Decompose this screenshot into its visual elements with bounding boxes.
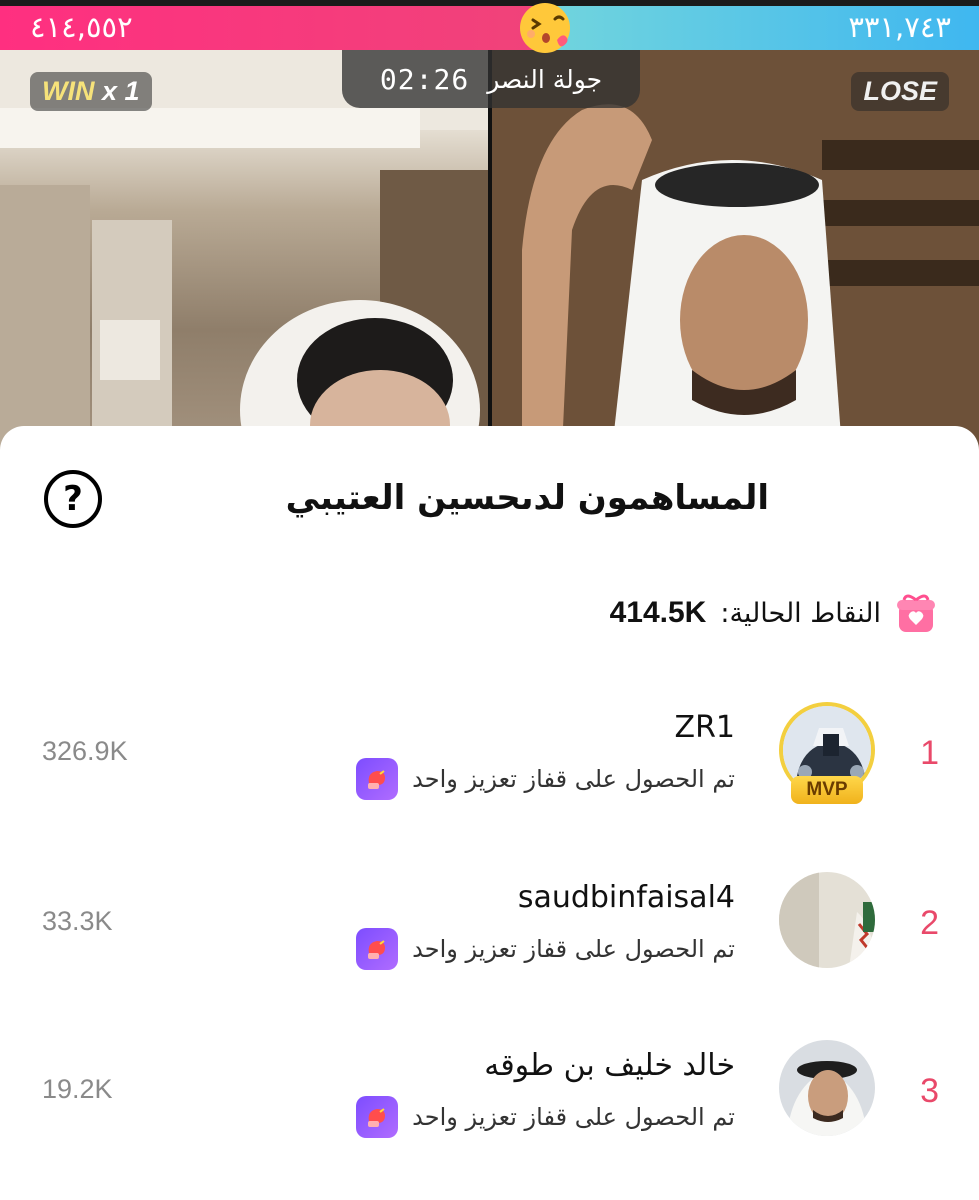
round-timer-pill: جولة النصر 02:26 bbox=[342, 50, 640, 108]
avatar[interactable] bbox=[779, 1040, 875, 1136]
question-mark-icon[interactable]: ? bbox=[44, 470, 102, 528]
lose-badge: LOSE bbox=[851, 72, 949, 111]
boxing-glove-glyph bbox=[368, 940, 386, 959]
boost-text: تم الحصول على قفاز تعزيز واحد bbox=[412, 765, 735, 793]
boost-status: تم الحصول على قفاز تعزيز واحد bbox=[356, 758, 735, 800]
boxing-glove-glyph bbox=[368, 770, 386, 789]
round-timer: 02:26 bbox=[379, 62, 470, 96]
rank-number: 1 bbox=[920, 734, 939, 772]
gift-box-icon bbox=[897, 594, 935, 632]
boxing-glove-icon bbox=[356, 1096, 399, 1138]
win-label: WIN bbox=[42, 76, 95, 106]
current-points-row: النقاط الحالية: 414.5K bbox=[610, 592, 937, 634]
battle-score-bar: ٤١٤,٥٥٢ ٣٣١,٧٤٣ bbox=[0, 0, 979, 50]
win-multiplier: x 1 bbox=[102, 76, 140, 106]
avatar[interactable] bbox=[779, 872, 875, 968]
contributor-score: 326.9K bbox=[42, 736, 128, 766]
win-badge: WIN x 1 bbox=[30, 72, 152, 111]
points-value: 414.5K bbox=[609, 596, 707, 629]
boxing-glove-icon bbox=[356, 928, 399, 970]
mvp-badge: MVP bbox=[791, 776, 863, 804]
contributor-score: 33.3K bbox=[42, 906, 113, 936]
left-score: ٤١٤,٥٥٢ bbox=[30, 10, 133, 44]
battle-video-area: WIN x 1 جولة النصر 02:26 LOSE bbox=[0, 50, 979, 450]
avatar-image bbox=[779, 1040, 875, 1136]
right-score: ٣٣١,٧٤٣ bbox=[848, 10, 951, 44]
sheet-title: المساهمون لدىحسين العتيبي bbox=[285, 478, 769, 518]
left-score-segment: ٤١٤,٥٥٢ bbox=[0, 0, 540, 50]
contributor-row[interactable]: 1 MVP ZR1 تم الحصول على قفاز تعزيز واحد bbox=[0, 702, 979, 832]
right-score-segment: ٣٣١,٧٤٣ bbox=[540, 0, 979, 50]
boost-text: تم الحصول على قفاز تعزيز واحد bbox=[412, 935, 735, 963]
contributor-score: 19.2K bbox=[42, 1074, 113, 1104]
boost-status: تم الحصول على قفاز تعزيز واحد bbox=[356, 1096, 735, 1138]
top-strip bbox=[0, 0, 979, 6]
points-label: النقاط الحالية: bbox=[720, 597, 881, 629]
rank-number: 3 bbox=[920, 1072, 939, 1110]
boost-text: تم الحصول على قفاز تعزيز واحد bbox=[412, 1103, 735, 1131]
contributor-row[interactable]: 3 خالد خليف بن طوقه تم الحصول على قفاز ت… bbox=[0, 1040, 979, 1170]
contributor-name[interactable]: saudbinfaisal4 bbox=[518, 880, 735, 915]
contributor-name[interactable]: ZR1 bbox=[675, 710, 735, 745]
avatar[interactable]: MVP bbox=[777, 700, 877, 806]
kissing-face-icon bbox=[520, 3, 570, 53]
boxing-glove-glyph bbox=[368, 1108, 386, 1127]
boxing-glove-icon bbox=[356, 758, 399, 800]
boost-status: تم الحصول على قفاز تعزيز واحد bbox=[356, 928, 735, 970]
round-label: جولة النصر bbox=[487, 64, 603, 94]
contributor-row[interactable]: 2 saudbinfaisal4 تم الحصول على قفاز تعزي… bbox=[0, 872, 979, 1002]
contributor-name[interactable]: خالد خليف بن طوقه bbox=[484, 1048, 735, 1083]
avatar-image bbox=[779, 872, 875, 968]
rank-number: 2 bbox=[920, 904, 939, 942]
contributors-sheet: ? المساهمون لدىحسين العتيبي النقاط الحال… bbox=[0, 426, 979, 1200]
